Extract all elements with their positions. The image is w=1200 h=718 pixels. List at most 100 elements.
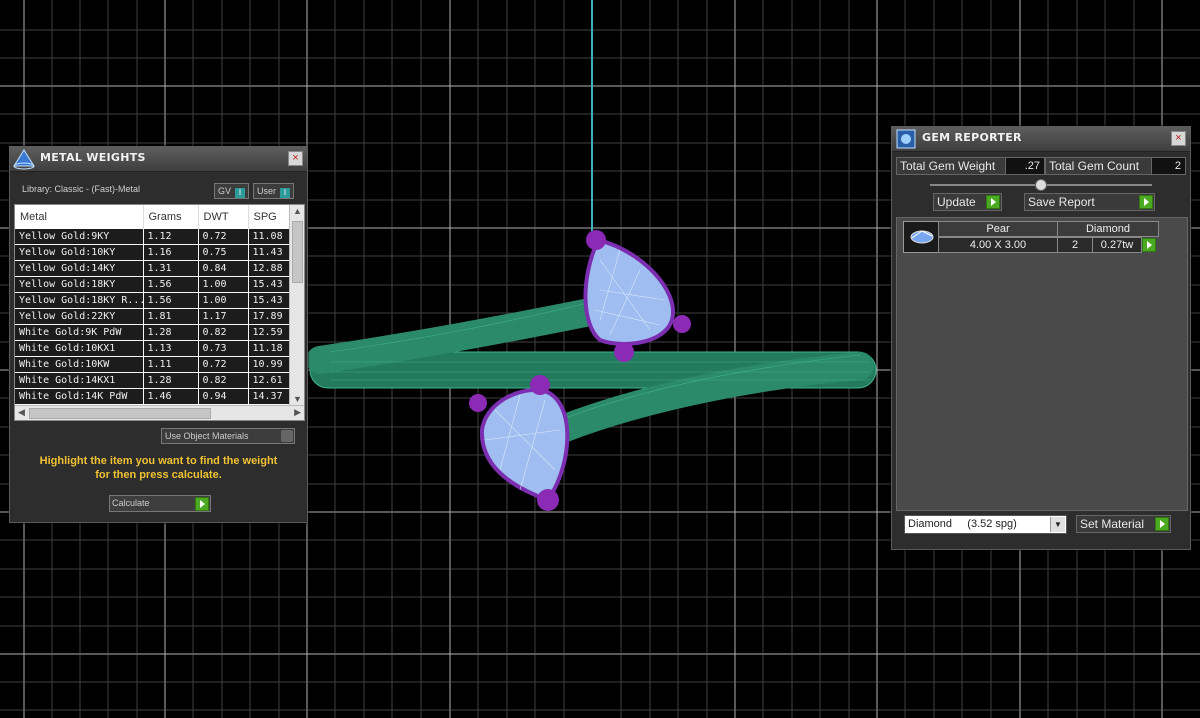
gv-toggle-indicator: I xyxy=(235,188,246,198)
horizontal-scroll-thumb[interactable] xyxy=(29,408,211,419)
gv-toggle[interactable]: GV I xyxy=(214,183,250,199)
material-select[interactable]: Diamond (3.52 spg) ▼ xyxy=(904,515,1067,534)
cell-grams: 1.12 xyxy=(143,229,199,245)
close-icon[interactable]: × xyxy=(288,151,303,166)
calculate-button[interactable]: Calculate xyxy=(109,495,211,512)
go-arrow-icon[interactable] xyxy=(1142,238,1156,252)
scroll-up-icon[interactable]: ▲ xyxy=(293,206,302,216)
horizontal-scrollbar[interactable]: ◀ ▶ xyxy=(15,405,304,420)
cell-dwt: 0.94 xyxy=(198,388,249,405)
cell-spg: 11.43 xyxy=(248,244,290,261)
cell-metal: White Gold:10KX1 xyxy=(15,340,144,357)
cell-metal: White Gold:10KW xyxy=(15,356,144,373)
scroll-left-icon[interactable]: ◀ xyxy=(18,407,25,418)
table-row[interactable]: Yellow Gold:14KY 1.31 0.84 12.88 xyxy=(15,260,290,277)
scroll-right-icon[interactable]: ▶ xyxy=(294,407,301,418)
cell-dwt: 0.84 xyxy=(198,260,249,277)
cell-dwt: 1.00 xyxy=(198,292,249,309)
set-material-button[interactable]: Set Material xyxy=(1076,515,1171,533)
cell-grams: 1.56 xyxy=(143,292,199,309)
col-grams[interactable]: Grams xyxy=(143,205,199,229)
cell-dwt: 0.72 xyxy=(198,229,249,245)
instruction-line-1: Highlight the item you want to find the … xyxy=(39,455,278,467)
cell-metal: Yellow Gold:18KY xyxy=(15,276,144,293)
instruction-line-2: for then press calculate. xyxy=(95,469,222,481)
cell-grams: 1.81 xyxy=(143,308,199,325)
gem-weight: 0.27tw xyxy=(1092,237,1142,253)
col-dwt[interactable]: DWT xyxy=(198,205,249,229)
table-row[interactable]: White Gold:10KX1 1.13 0.73 11.18 xyxy=(15,340,290,357)
use-object-materials-label: Use Object Materials xyxy=(165,431,249,441)
user-toggle[interactable]: User I xyxy=(253,183,295,199)
cell-metal: Yellow Gold:9KY xyxy=(15,229,144,245)
vertical-scrollbar[interactable]: ▲ ▼ xyxy=(289,205,304,405)
pear-gem-icon[interactable] xyxy=(903,221,939,253)
user-toggle-indicator: I xyxy=(280,188,291,198)
table-row[interactable]: Yellow Gold:18KY R... 1.56 1.00 15.43 xyxy=(15,292,290,309)
total-gem-count-label: Total Gem Count xyxy=(1045,157,1153,175)
cell-dwt: 0.73 xyxy=(198,340,249,357)
metal-table[interactable]: Metal Grams DWT SPG Yellow Gold:9KY 1.12 0… xyxy=(14,204,305,421)
slider-knob[interactable] xyxy=(1035,179,1047,191)
save-report-button[interactable]: Save Report xyxy=(1024,193,1155,211)
cell-spg: 14.37 xyxy=(248,388,290,405)
go-arrow-icon xyxy=(986,195,1000,209)
cell-spg: 12.61 xyxy=(248,372,290,389)
table-row[interactable]: Yellow Gold:22KY 1.81 1.17 17.89 xyxy=(15,308,290,325)
gem-material: Diamond xyxy=(1057,221,1159,237)
table-row[interactable]: White Gold:10KW 1.11 0.72 10.99 xyxy=(15,356,290,373)
col-metal[interactable]: Metal xyxy=(15,205,144,229)
table-row[interactable]: Yellow Gold:10KY 1.16 0.75 11.43 xyxy=(15,244,290,261)
cell-dwt: 0.72 xyxy=(198,356,249,373)
cell-spg: 12.59 xyxy=(248,324,290,341)
table-row[interactable]: White Gold:14K PdW 1.46 0.94 14.37 xyxy=(15,388,290,405)
close-icon[interactable]: × xyxy=(1171,131,1186,146)
total-gem-weight-label: Total Gem Weight xyxy=(896,157,1006,175)
gem-reporter-icon xyxy=(896,129,916,149)
cell-grams: 1.56 xyxy=(143,276,199,293)
table-row[interactable]: White Gold:9K PdW 1.28 0.82 12.59 xyxy=(15,324,290,341)
calculate-label: Calculate xyxy=(112,498,150,508)
table-row[interactable]: White Gold:14KX1 1.28 0.82 12.61 xyxy=(15,372,290,389)
gem-list[interactable]: Pear Diamond 4.00 X 3.00 2 0.27tw xyxy=(896,217,1188,511)
pear-gem-bottom xyxy=(469,375,570,511)
cell-spg: 15.43 xyxy=(248,292,290,309)
cell-grams: 1.11 xyxy=(143,356,199,373)
total-gem-weight-value: .27 xyxy=(1005,157,1045,175)
table-row[interactable]: Yellow Gold:9KY 1.12 0.72 11.08 xyxy=(15,229,290,245)
cell-metal: White Gold:9K PdW xyxy=(15,324,144,341)
go-arrow-icon xyxy=(1139,195,1153,209)
table-row[interactable]: Yellow Gold:18KY 1.56 1.00 15.43 xyxy=(15,276,290,293)
cell-grams: 1.28 xyxy=(143,324,199,341)
cell-grams: 1.13 xyxy=(143,340,199,357)
cell-metal: White Gold:14KX1 xyxy=(15,372,144,389)
cell-spg: 11.18 xyxy=(248,340,290,357)
cell-grams: 1.46 xyxy=(143,388,199,405)
material-select-value: Diamond (3.52 spg) xyxy=(908,518,1017,530)
cell-dwt: 0.75 xyxy=(198,244,249,261)
cell-dwt: 0.82 xyxy=(198,324,249,341)
cell-spg: 10.99 xyxy=(248,356,290,373)
metal-weights-panel: METAL WEIGHTS × Library: Classic - (Fast… xyxy=(9,146,308,523)
use-object-materials-toggle[interactable]: Use Object Materials xyxy=(161,428,295,444)
metal-weights-titlebar[interactable]: METAL WEIGHTS × xyxy=(10,147,307,172)
set-material-label: Set Material xyxy=(1080,517,1145,531)
go-arrow-icon xyxy=(1155,517,1169,531)
go-arrow-icon xyxy=(195,497,209,511)
scroll-down-icon[interactable]: ▼ xyxy=(293,394,302,404)
update-button[interactable]: Update xyxy=(933,193,1002,211)
gem-reporter-titlebar[interactable]: GEM REPORTER × xyxy=(892,127,1190,152)
cell-spg: 17.89 xyxy=(248,308,290,325)
cell-metal: Yellow Gold:22KY xyxy=(15,308,144,325)
cell-spg: 11.08 xyxy=(248,229,290,245)
dropdown-icon[interactable]: ▼ xyxy=(1050,517,1065,532)
metal-weights-title: METAL WEIGHTS xyxy=(40,151,146,164)
cell-spg: 12.88 xyxy=(248,260,290,277)
vertical-scroll-thumb[interactable] xyxy=(292,221,303,283)
gem-size: 4.00 X 3.00 xyxy=(938,237,1058,253)
toggle-knob-icon xyxy=(281,430,293,442)
cell-grams: 1.28 xyxy=(143,372,199,389)
col-spg[interactable]: SPG xyxy=(248,205,290,229)
total-gem-count-value: 2 xyxy=(1151,157,1186,175)
metal-weights-icon xyxy=(13,149,35,170)
